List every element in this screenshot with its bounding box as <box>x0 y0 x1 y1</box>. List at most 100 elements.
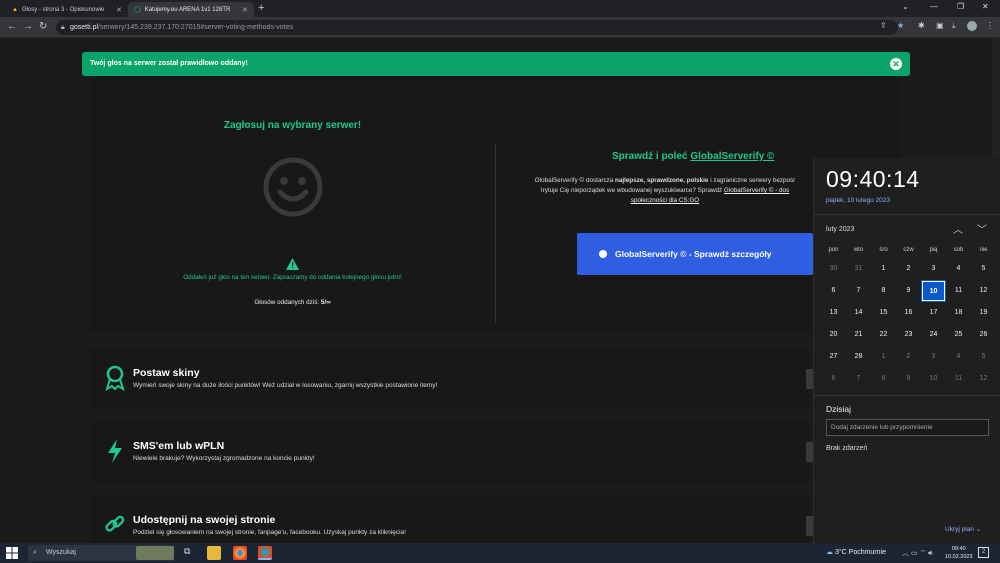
system-tray[interactable]: ︿ ▭ ⌔ 🔊︎ <box>902 548 933 558</box>
clock-date[interactable]: piątek, 10 lutego 2023 <box>826 197 890 204</box>
network-icon[interactable]: ▭ <box>911 550 918 557</box>
weather-text: 3°C Pochmurnie <box>834 549 886 556</box>
chevron-up-icon[interactable]: ︿ <box>953 221 963 236</box>
smile-icon <box>263 157 323 217</box>
chevron-down-icon[interactable]: ⌄ <box>902 2 909 11</box>
calendar-day[interactable]: 6 <box>821 369 846 389</box>
tray-chevron-icon[interactable]: ︿ <box>902 550 909 557</box>
calendar-day[interactable]: 2 <box>896 259 921 279</box>
calendar-day[interactable]: 30 <box>821 259 846 279</box>
chrome-icon[interactable] <box>233 546 247 560</box>
close-tab-icon[interactable]: ✕ <box>242 6 248 14</box>
calendar-day[interactable]: 15 <box>871 303 896 323</box>
search-placeholder: Wyszukaj <box>46 549 76 556</box>
avatar[interactable] <box>967 21 977 31</box>
calendar-day[interactable]: 8 <box>871 281 896 301</box>
close-alert-icon[interactable]: ✕ <box>890 58 902 70</box>
calendar-day[interactable]: 24 <box>921 325 946 345</box>
calendar-day[interactable]: 3 <box>921 259 946 279</box>
restore-icon[interactable]: ❐ <box>957 2 964 11</box>
close-window-icon[interactable]: ✕ <box>982 2 989 11</box>
weather-widget[interactable]: ☁ 3°C Pochmurnie <box>826 548 886 556</box>
volume-icon[interactable]: 🔊︎ <box>928 550 932 557</box>
calendar-day[interactable]: 12 <box>971 369 996 389</box>
gs-desc-link[interactable]: GlobalServerify © - dos <box>724 187 789 194</box>
url-host: gosetti.pl <box>70 24 99 31</box>
calendar-day[interactable]: 28 <box>846 347 871 367</box>
gs-title-link[interactable]: GlobalServerify © <box>690 151 774 162</box>
gs-desc-link2[interactable]: społeczności dla CS:GO <box>631 197 699 204</box>
card-postaw-skiny[interactable]: Postaw skiny Wymień swoje skiny na duże … <box>90 349 814 409</box>
calendar-day[interactable]: 27 <box>821 347 846 367</box>
calendar-day[interactable]: 31 <box>846 259 871 279</box>
windows-start-icon[interactable] <box>6 547 18 559</box>
calendar-day[interactable]: 13 <box>821 303 846 323</box>
extensions-icon[interactable]: ✱ <box>918 21 925 30</box>
hide-plan-button[interactable]: Ukryj plan ⌄ <box>945 525 981 533</box>
share-icon[interactable]: ⇪ <box>880 21 887 30</box>
calendar-day[interactable]: 14 <box>846 303 871 323</box>
bookmark-star-icon[interactable]: ★ <box>897 21 904 30</box>
forward-icon[interactable]: → <box>23 21 33 33</box>
calendar-day[interactable]: 9 <box>896 281 921 301</box>
warning-icon <box>286 258 299 270</box>
calendar-day[interactable]: 4 <box>946 347 971 367</box>
reload-icon[interactable]: ↻ <box>39 21 47 33</box>
add-event-input[interactable]: Dodaj zdarzenie lub przypomnienie <box>826 419 989 436</box>
notification-icon[interactable]: 2 <box>978 547 989 558</box>
menu-icon[interactable]: ⋮ <box>986 21 994 30</box>
calendar-day[interactable]: 17 <box>921 303 946 323</box>
card-udostepnij[interactable]: Udostępnij na swojej stronie Podziel się… <box>90 496 814 543</box>
calendar-day[interactable]: 9 <box>896 369 921 389</box>
file-explorer-icon[interactable] <box>207 546 221 560</box>
calendar-day[interactable]: 7 <box>846 369 871 389</box>
calendar-day[interactable]: 8 <box>871 369 896 389</box>
calendar-day[interactable]: 22 <box>871 325 896 345</box>
calendar-day[interactable]: 26 <box>971 325 996 345</box>
globalserverify-button[interactable]: GlobalServerify © - Sprawdź szczegóły <box>577 233 813 275</box>
calendar-day[interactable]: 20 <box>821 325 846 345</box>
tab-glosy[interactable]: ▲ Głosy - strona 3 - Opiekunowie ✕ <box>6 2 128 17</box>
downloads-icon[interactable]: ⤓ <box>952 21 956 31</box>
calendar-day[interactable]: 16 <box>896 303 921 323</box>
card-sms-wpln[interactable]: SMS'em lub wPLN Niewiele brakuje? Wykorz… <box>90 422 814 482</box>
calendar-month[interactable]: luty 2023 <box>826 226 854 233</box>
clock-time: 09:40:14 <box>826 166 920 192</box>
calendar-day[interactable]: 6 <box>821 281 846 301</box>
calendar-day[interactable]: 23 <box>896 325 921 345</box>
calendar-day[interactable]: 10 <box>921 369 946 389</box>
calendar-day[interactable]: 21 <box>846 325 871 345</box>
calendar-day[interactable]: 3 <box>921 347 946 367</box>
calendar-day[interactable]: 18 <box>946 303 971 323</box>
task-view-icon[interactable]: ⧉ <box>184 546 198 560</box>
calendar-day[interactable]: 1 <box>871 259 896 279</box>
calendar-day-today[interactable]: 10 <box>921 280 946 302</box>
calendar-day[interactable]: 5 <box>971 259 996 279</box>
back-icon[interactable]: ← <box>7 21 17 33</box>
calendar-day[interactable]: 1 <box>871 347 896 367</box>
tab-katujemy[interactable]: ◯ Katujemy.eu ARENA 1v1 128TR ✕ <box>128 2 254 17</box>
tab-title: Głosy - strona 3 - Opiekunowie <box>21 6 105 13</box>
calendar-day[interactable]: 11 <box>946 281 971 301</box>
chrome-active-icon[interactable] <box>258 546 272 560</box>
calendar-day[interactable]: 19 <box>971 303 996 323</box>
sidebar-icon[interactable]: ▣ <box>936 21 944 30</box>
calendar-day[interactable]: 4 <box>946 259 971 279</box>
gs-button-label: GlobalServerify © - Sprawdź szczegóły <box>615 249 772 259</box>
calendar-day[interactable]: 12 <box>971 281 996 301</box>
chevron-down-icon[interactable]: ﹀ <box>977 221 987 236</box>
taskbar-clock[interactable]: 09:40 10.02.2023 <box>945 545 973 561</box>
wifi-icon[interactable]: ⌔ <box>920 550 927 557</box>
calendar-day[interactable]: 11 <box>946 369 971 389</box>
close-tab-icon[interactable]: ✕ <box>116 6 122 14</box>
new-tab-icon[interactable]: + <box>258 2 264 15</box>
calendar-day[interactable]: 2 <box>896 347 921 367</box>
minimize-icon[interactable]: — <box>930 2 938 11</box>
url-field[interactable]: 🔒︎ gosetti.pl/serwery/145.239.237.170:27… <box>56 20 898 35</box>
award-icon <box>105 365 125 391</box>
search-highlight-image[interactable] <box>136 546 174 560</box>
calendar-day[interactable]: 25 <box>946 325 971 345</box>
calendar-day[interactable]: 5 <box>971 347 996 367</box>
calendar-day[interactable]: 7 <box>846 281 871 301</box>
votes-today-label: Głosów oddanych dziś: <box>254 299 320 306</box>
